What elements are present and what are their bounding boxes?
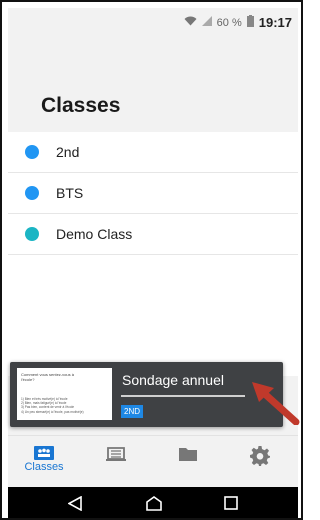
screenshot-border: [0, 0, 303, 520]
